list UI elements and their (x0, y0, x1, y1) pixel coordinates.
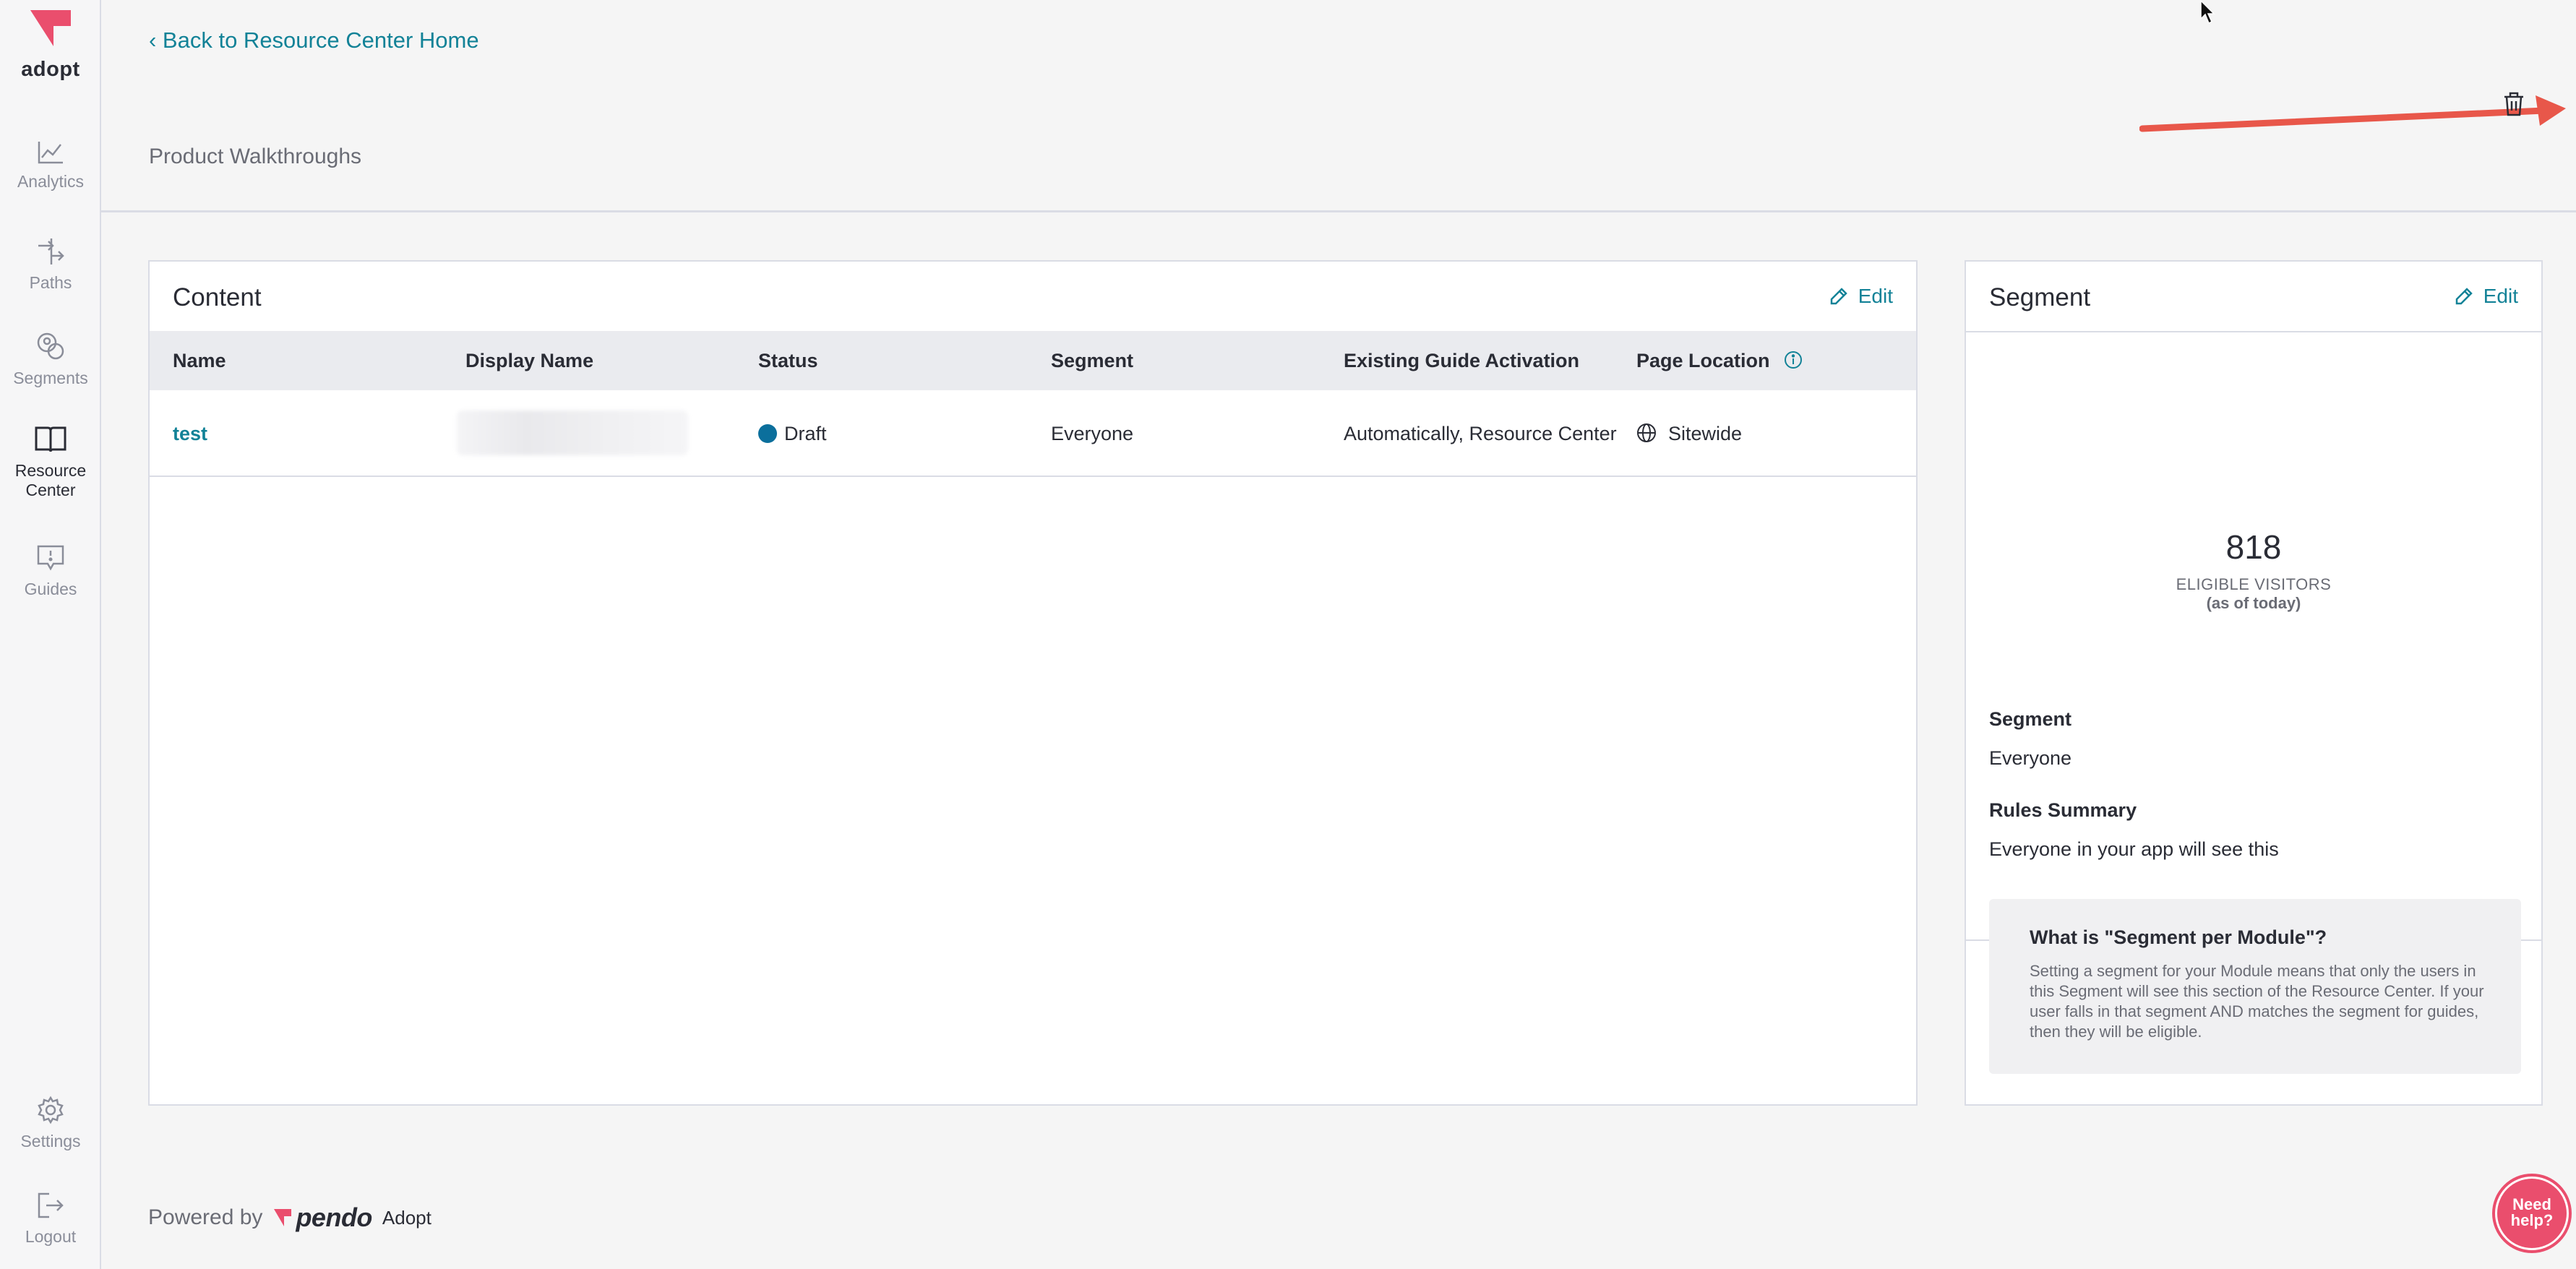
sidebar-item-segments[interactable]: Segments (0, 331, 101, 388)
powered-by-label: Powered by (148, 1205, 263, 1229)
column-header-status[interactable]: Status (758, 331, 818, 390)
brand-name: adopt (21, 58, 80, 81)
sidebar-item-label: Logout (25, 1227, 77, 1246)
column-header-page-location[interactable]: Page Location (1636, 331, 1803, 390)
logout-icon (38, 1192, 64, 1218)
content-edit-button[interactable]: Edit (1829, 285, 1893, 308)
column-header-display-name[interactable]: Display Name (465, 331, 593, 390)
edit-label: Edit (2483, 285, 2518, 307)
adopt-wordmark: Adopt (382, 1206, 432, 1229)
sidebar-item-label: Analytics (17, 172, 85, 191)
column-header-existing-guide-activation[interactable]: Existing Guide Activation (1344, 331, 1579, 390)
sidebar-item-label: Resource Center (14, 461, 87, 499)
rules-summary-value: Everyone in your app will see this (1989, 838, 2279, 860)
rules-summary-label: Rules Summary (1989, 799, 2137, 821)
segment-card: Segment Edit 818 ELIGIBLE VISITORS (as o… (1965, 260, 2543, 1106)
sidebar-item-label: Segments (13, 369, 88, 387)
eligible-visitors-date-note: (as of today) (2206, 594, 2301, 612)
powered-by-footer: Powered by pendo Adopt (148, 1203, 432, 1233)
row-name-link[interactable]: test (173, 390, 207, 477)
sidebar-item-label: Guides (24, 580, 77, 598)
sidebar-item-resource-center[interactable]: Resource Center (0, 425, 101, 500)
table-row[interactable]: test Draft Everyone Automatically, Resou… (150, 390, 1916, 477)
sidebar-item-paths[interactable]: Paths (0, 236, 101, 293)
pendo-logo: pendo Adopt (272, 1203, 432, 1233)
pendo-wordmark: pendo (296, 1203, 372, 1232)
segment-card-title: Segment (1989, 283, 2091, 311)
trash-icon[interactable] (2502, 91, 2525, 117)
row-page-location: Sitewide (1636, 390, 1742, 477)
segment-label: Segment (1989, 708, 2072, 730)
sidebar-item-logout[interactable]: Logout (0, 1191, 101, 1247)
mouse-cursor-icon (2200, 0, 2215, 25)
adopt-logo-icon (30, 10, 71, 46)
pendo-mark-icon (274, 1209, 292, 1226)
pencil-icon (1830, 288, 1847, 305)
sidebar-item-label: Paths (29, 273, 72, 292)
globe-icon (1637, 423, 1656, 442)
sidebar-item-guides[interactable]: Guides (0, 543, 101, 599)
page-header: ‹ Back to Resource Center Home Product W… (101, 0, 2576, 212)
redacted-display-name (457, 410, 688, 455)
sidebar: adopt Analytics Paths Segments Resource … (0, 0, 101, 1269)
paths-icon (38, 238, 64, 264)
need-help-ring (2495, 1176, 2569, 1250)
row-status: Draft (758, 390, 827, 477)
info-box-text: Setting a segment for your Module means … (2030, 962, 2484, 1041)
eligible-visitors-count: 818 (2225, 528, 2282, 566)
book-icon (35, 426, 66, 452)
page-title: Product Walkthroughs (149, 145, 362, 168)
eligible-visitors-label: ELIGIBLE VISITORS (2176, 575, 2332, 593)
pencil-icon (2455, 288, 2473, 305)
edit-label: Edit (1858, 285, 1893, 307)
sidebar-item-settings[interactable]: Settings (0, 1096, 101, 1151)
page-location-label: Sitewide (1668, 423, 1743, 444)
segment-edit-button[interactable]: Edit (2455, 285, 2518, 308)
column-header-label: Page Location (1636, 350, 1770, 371)
row-activation: Automatically, Resource Center (1344, 423, 1617, 444)
table-header: Name Display Name Status Segment Existin… (150, 331, 1916, 390)
sidebar-item-label: Settings (20, 1132, 81, 1150)
segment-value: Everyone (1989, 747, 2072, 769)
segments-icon (37, 332, 64, 360)
content-card-title: Content (173, 283, 262, 311)
status-dot (758, 423, 777, 443)
info-box-title: What is "Segment per Module"? (2030, 926, 2327, 948)
gear-icon (38, 1096, 64, 1124)
row-segment: Everyone (1051, 423, 1134, 444)
segment-per-module-info-box: What is "Segment per Module"? Setting a … (1989, 899, 2521, 1074)
brand[interactable]: adopt (0, 7, 101, 82)
content-card: Content Edit Name Display Name Status Se… (148, 260, 1918, 1106)
guide-message-icon (37, 545, 64, 571)
column-header-name[interactable]: Name (173, 331, 226, 390)
chart-line-icon (38, 142, 63, 164)
status-label: Draft (784, 423, 827, 444)
column-header-segment[interactable]: Segment (1051, 331, 1133, 390)
back-to-resource-center-link[interactable]: ‹ Back to Resource Center Home (149, 27, 479, 53)
info-icon[interactable] (1784, 350, 1803, 369)
sidebar-item-analytics[interactable]: Analytics (0, 140, 101, 192)
